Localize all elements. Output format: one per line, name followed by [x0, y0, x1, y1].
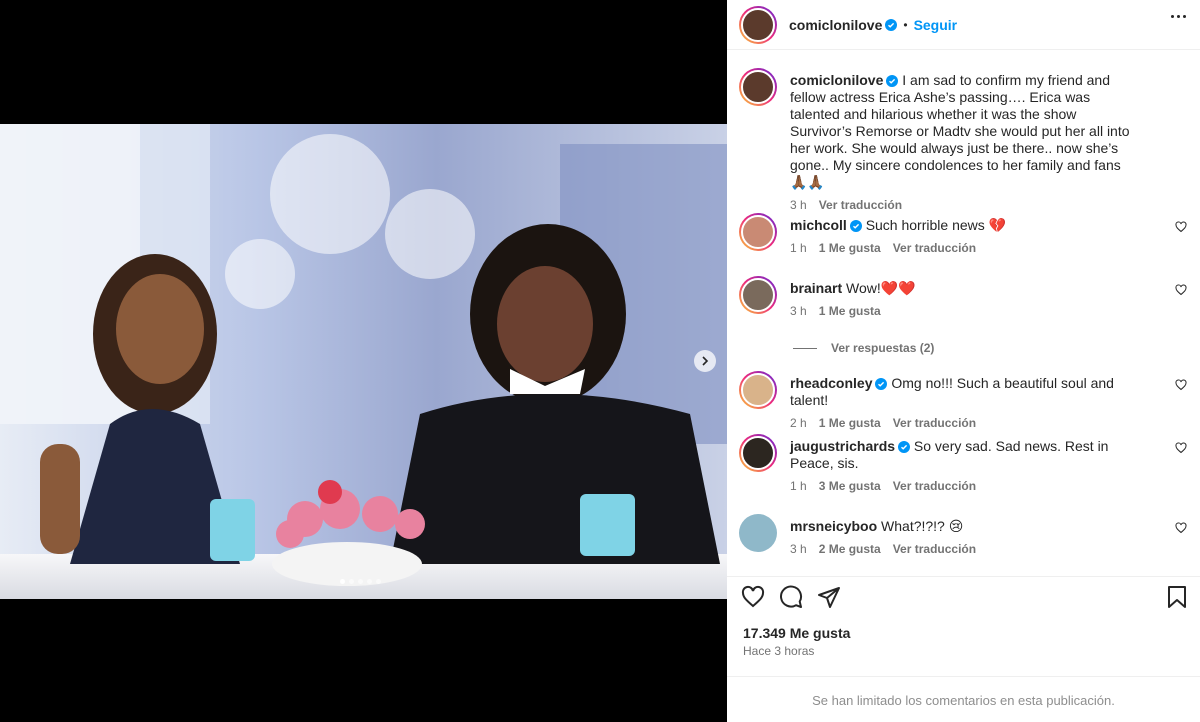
comment-meta: 1 h 3 Me gusta Ver traducción — [790, 478, 1135, 495]
share-icon[interactable] — [817, 585, 841, 609]
comment-likes[interactable]: 1 Me gusta — [819, 240, 881, 257]
verified-badge-icon — [898, 441, 911, 454]
comment-likes[interactable]: 1 Me gusta — [819, 303, 881, 320]
translate-link[interactable]: Ver traducción — [819, 197, 902, 214]
post-image — [0, 124, 727, 599]
follow-button[interactable]: Seguir — [914, 17, 958, 33]
action-icons — [741, 585, 841, 609]
comment-time: 2 h — [790, 416, 807, 430]
instagram-post-view: comiclonilove • Seguir comiclonilove I a… — [0, 0, 1200, 722]
carousel-dot — [340, 579, 345, 584]
comment-likes[interactable]: 2 Me gusta — [819, 541, 881, 558]
comments-limited-notice: Se han limitado los comentarios en esta … — [727, 676, 1200, 722]
separator-dot: • — [903, 17, 908, 32]
caption-time: 3 h — [790, 198, 807, 212]
heart-icon[interactable] — [1175, 379, 1187, 391]
comment-meta: 1 h 1 Me gusta Ver traducción — [790, 240, 1135, 257]
caption-username[interactable]: comiclonilove — [790, 72, 883, 88]
carousel-dot — [358, 579, 363, 584]
more-options-icon[interactable] — [1171, 15, 1186, 18]
comment-text: What?!?!? 😢 — [881, 518, 964, 534]
comment-time: 3 h — [790, 542, 807, 556]
heart-icon[interactable] — [741, 585, 765, 609]
comment-body: michcoll Such horrible news 💔 1 h 1 Me g… — [790, 217, 1135, 257]
likes-count[interactable]: 17.349 Me gusta — [743, 625, 850, 641]
comment-body: jaugustrichards So very sad. Sad news. R… — [790, 438, 1135, 495]
heart-icon[interactable] — [1175, 442, 1187, 454]
comment-username[interactable]: rheadconley — [790, 375, 872, 391]
replies-line — [793, 347, 817, 349]
comments-list: comiclonilove I am sad to confirm my fri… — [727, 58, 1200, 576]
caption-meta: 3 h Ver traducción — [790, 197, 1135, 214]
author-avatar[interactable] — [739, 5, 777, 44]
post-header: comiclonilove • Seguir — [727, 0, 1200, 50]
carousel-dot — [349, 579, 354, 584]
comment-time: 1 h — [790, 241, 807, 255]
media-area — [0, 0, 727, 722]
view-replies-button[interactable]: Ver respuestas (2) — [793, 341, 934, 355]
translate-link[interactable]: Ver traducción — [893, 478, 976, 495]
translate-link[interactable]: Ver traducción — [893, 541, 976, 558]
comment-likes[interactable]: 1 Me gusta — [819, 415, 881, 432]
comment-text: Wow!❤️❤️ — [846, 280, 916, 296]
post-side-panel: comiclonilove • Seguir comiclonilove I a… — [727, 0, 1200, 722]
author-username[interactable]: comiclonilove — [789, 17, 882, 33]
heart-icon[interactable] — [1175, 284, 1187, 296]
verified-badge-icon — [886, 75, 899, 88]
comment-meta: 3 h 1 Me gusta — [790, 303, 1135, 320]
caption-text: I am sad to confirm my friend and fellow… — [790, 72, 1130, 190]
carousel-dot — [376, 579, 381, 584]
comment-username[interactable]: mrsneicyboo — [790, 518, 877, 534]
comment-icon[interactable] — [779, 585, 803, 609]
translate-link[interactable]: Ver traducción — [893, 415, 976, 432]
carousel-dots — [340, 579, 381, 584]
comment-text: Such horrible news 💔 — [865, 217, 1007, 233]
post-photo — [0, 124, 727, 599]
commenter-avatar[interactable] — [739, 514, 777, 552]
verified-badge-icon — [885, 18, 898, 31]
chevron-right-icon — [702, 356, 709, 366]
author-avatar[interactable] — [739, 68, 777, 106]
carousel-dot — [367, 579, 372, 584]
commenter-avatar[interactable] — [739, 434, 777, 472]
verified-badge-icon — [875, 378, 888, 391]
next-photo-button[interactable] — [694, 350, 716, 372]
comment-username[interactable]: jaugustrichards — [790, 438, 895, 454]
post-actions: 17.349 Me gusta Hace 3 horas — [727, 576, 1200, 676]
comment-likes[interactable]: 3 Me gusta — [819, 478, 881, 495]
comment-meta: 2 h 1 Me gusta Ver traducción — [790, 415, 1135, 432]
comment-body: brainart Wow!❤️❤️ 3 h 1 Me gusta — [790, 280, 1135, 320]
view-replies-label: Ver respuestas (2) — [831, 341, 935, 355]
heart-icon[interactable] — [1175, 221, 1187, 233]
comment-username[interactable]: michcoll — [790, 217, 847, 233]
comment-time: 3 h — [790, 304, 807, 318]
comment-time: 1 h — [790, 479, 807, 493]
heart-icon[interactable] — [1175, 522, 1187, 534]
posted-time: Hace 3 horas — [743, 644, 815, 658]
translate-link[interactable]: Ver traducción — [893, 240, 976, 257]
commenter-avatar[interactable] — [739, 276, 777, 314]
comment-body: rheadconley Omg no!!! Such a beautiful s… — [790, 375, 1135, 432]
verified-badge-icon — [849, 220, 862, 233]
bookmark-icon[interactable] — [1166, 585, 1188, 609]
caption-body: comiclonilove I am sad to confirm my fri… — [790, 72, 1135, 214]
comment-meta: 3 h 2 Me gusta Ver traducción — [790, 541, 1135, 558]
comment-body: mrsneicyboo What?!?!? 😢 3 h 2 Me gusta V… — [790, 518, 1135, 558]
commenter-avatar[interactable] — [739, 213, 777, 251]
comment-username[interactable]: brainart — [790, 280, 842, 296]
commenter-avatar[interactable] — [739, 371, 777, 409]
